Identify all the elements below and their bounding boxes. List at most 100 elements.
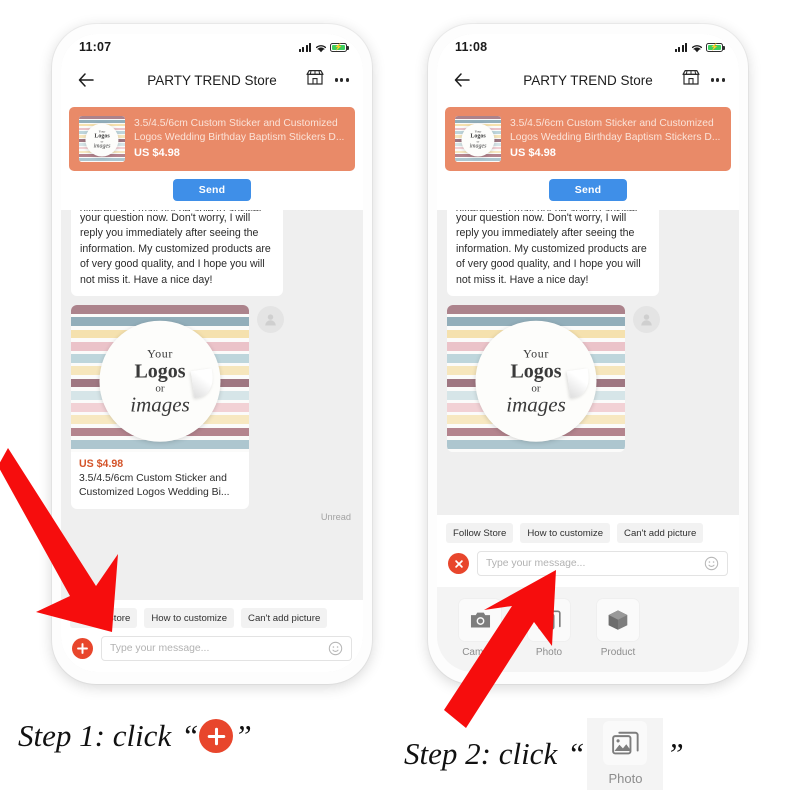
nav-actions [306, 69, 349, 91]
clipped-line: difference, I may not be able to answer [80, 210, 274, 211]
sticker-preview-image: Your Logos or images [447, 305, 625, 453]
quick-reply-how-to-customize[interactable]: How to customize [520, 523, 611, 543]
back-arrow-icon[interactable] [75, 69, 97, 91]
message-status: Unread [320, 511, 351, 522]
attachment-product[interactable]: Product [597, 599, 639, 658]
caption-step-2: Step 2: click “ Photo ” [404, 718, 684, 790]
caption-step2-close-quote: ” [666, 736, 684, 771]
message-input-row: Type your message... [437, 549, 739, 587]
product-thumbnail: Your Logos or images [79, 116, 125, 162]
close-circle-icon[interactable] [448, 553, 469, 574]
chat-product-card[interactable]: Your Logos or images US $4.98 3.5/4.5/6c… [71, 305, 249, 509]
status-bar: 11:07 ⚡ [61, 34, 363, 60]
product-banner[interactable]: Your Logos or images 3.5/4.5/6cm Custom … [69, 107, 355, 171]
chat-product-card[interactable]: Your Logos or images [447, 305, 625, 453]
smiley-icon[interactable] [704, 556, 719, 571]
cellular-bars-icon [675, 42, 687, 52]
attachment-tray: Camera Photo Product [437, 587, 739, 672]
status-clock: 11:08 [455, 40, 488, 54]
chat-area[interactable]: difference, I may not be able to answer … [61, 210, 363, 600]
attachment-photo[interactable]: Photo [528, 599, 570, 658]
message-input-box[interactable]: Type your message... [477, 551, 728, 576]
quick-reply-how-to-customize[interactable]: How to customize [144, 608, 235, 628]
product-thumbnail: Your Logos or images [455, 116, 501, 162]
phone-screen: 11:07 ⚡ PARTY TREND Store Your Logos or … [61, 34, 363, 672]
product-banner[interactable]: Your Logos or images 3.5/4.5/6cm Custom … [445, 107, 731, 171]
battery-charging-icon: ⚡ [706, 42, 725, 52]
storefront-icon[interactable] [682, 69, 700, 91]
phone-mockup-step2: 11:08 ⚡ PARTY TREND Store Your Logos or … [428, 24, 748, 684]
smiley-icon[interactable] [328, 641, 343, 656]
nav-actions [682, 69, 725, 91]
more-options-icon[interactable] [710, 78, 725, 82]
chat-bubble-incoming: difference, I may not be able to answer … [447, 210, 659, 297]
send-button[interactable]: Send [172, 179, 252, 201]
sticker-artwork: Your Logos or images [99, 321, 221, 442]
message-input-placeholder: Type your message... [486, 558, 586, 569]
sticker-line-your: Your [523, 347, 549, 362]
nav-bar: PARTY TREND Store [437, 60, 739, 100]
caption-step1-open-quote: “ [181, 718, 199, 753]
attachment-camera[interactable]: Camera [459, 599, 501, 658]
caption-photo-label: Photo [608, 771, 643, 786]
sticker-line-your: Your [147, 347, 173, 362]
chat-product-body: US $4.98 3.5/4.5/6cm Custom Sticker and … [71, 452, 249, 509]
product-info: 3.5/4.5/6cm Custom Sticker and Customize… [134, 116, 345, 162]
composer-panel: Follow Store How to customize Can't add … [437, 515, 739, 672]
message-input-row: Type your message... [61, 634, 363, 672]
sticker-line-images: images [130, 392, 190, 417]
user-avatar-icon [633, 306, 660, 334]
chat-product-row: Your Logos or images [447, 305, 729, 453]
message-input-box[interactable]: Type your message... [101, 636, 352, 661]
clipped-line: difference, I may not be able to answer [456, 210, 650, 211]
photo-icon [528, 599, 570, 641]
chat-message-text: your question now. Don't worry, I will r… [80, 212, 271, 286]
status-bar: 11:08 ⚡ [437, 34, 739, 60]
product-send-card: Your Logos or images 3.5/4.5/6cm Custom … [437, 100, 739, 210]
plus-circle-icon[interactable] [72, 638, 93, 659]
send-row: Send [445, 179, 731, 201]
send-button[interactable]: Send [548, 179, 628, 201]
nav-bar: PARTY TREND Store [61, 60, 363, 100]
chat-area[interactable]: difference, I may not be able to answer … [437, 210, 739, 515]
send-row: Send [69, 179, 355, 201]
wifi-icon [315, 43, 327, 52]
caption-step-1: Step 1: click “ ” [18, 718, 252, 754]
status-clock: 11:07 [79, 40, 112, 54]
product-send-card: Your Logos or images 3.5/4.5/6cm Custom … [61, 100, 363, 210]
sticker-artwork: Your Logos or images [475, 321, 597, 442]
chat-product-description: 3.5/4.5/6cm Custom Sticker and Customize… [79, 473, 230, 499]
attachment-photo-label: Photo [535, 647, 563, 658]
quick-reply-cant-add-picture[interactable]: Can't add picture [617, 523, 704, 543]
attachment-camera-label: Camera [462, 647, 498, 658]
attachment-product-label: Product [600, 647, 636, 658]
product-info: 3.5/4.5/6cm Custom Sticker and Customize… [510, 116, 721, 162]
photo-icon [603, 721, 648, 765]
quick-reply-row: Follow Store How to customize Can't add … [61, 600, 363, 634]
back-arrow-icon[interactable] [451, 69, 473, 91]
sticker-preview-image: Your Logos or images [71, 305, 249, 453]
chat-product-row: Your Logos or images US $4.98 3.5/4.5/6c… [71, 305, 353, 509]
sticker-curl-corner [190, 368, 216, 398]
product-title: 3.5/4.5/6cm Custom Sticker and Customize… [134, 118, 345, 143]
quick-reply-follow-store[interactable]: Follow Store [70, 608, 138, 628]
storefront-icon[interactable] [306, 69, 324, 91]
chat-message-text: your question now. Don't worry, I will r… [456, 212, 647, 286]
quick-reply-row: Follow Store How to customize Can't add … [437, 515, 739, 549]
plus-circle-icon [199, 719, 234, 753]
wifi-icon [691, 43, 703, 52]
caption-step2-text: Step 2: click [404, 736, 558, 771]
more-options-icon[interactable] [334, 78, 349, 82]
product-box-icon [597, 599, 639, 641]
caption-photo-chip: Photo [587, 718, 664, 790]
quick-reply-follow-store[interactable]: Follow Store [446, 523, 514, 543]
tutorial-graphic: 11:07 ⚡ PARTY TREND Store Your Logos or … [0, 0, 800, 800]
message-input-placeholder: Type your message... [110, 643, 210, 654]
cellular-bars-icon [299, 42, 311, 52]
composer-panel: Follow Store How to customize Can't add … [61, 600, 363, 672]
status-icons: ⚡ [675, 42, 725, 52]
quick-reply-cant-add-picture[interactable]: Can't add picture [241, 608, 328, 628]
chat-product-price: US $4.98 [79, 458, 124, 471]
caption-step1-text: Step 1: click [18, 718, 172, 753]
sticker-line-logos: Logos [510, 361, 562, 384]
